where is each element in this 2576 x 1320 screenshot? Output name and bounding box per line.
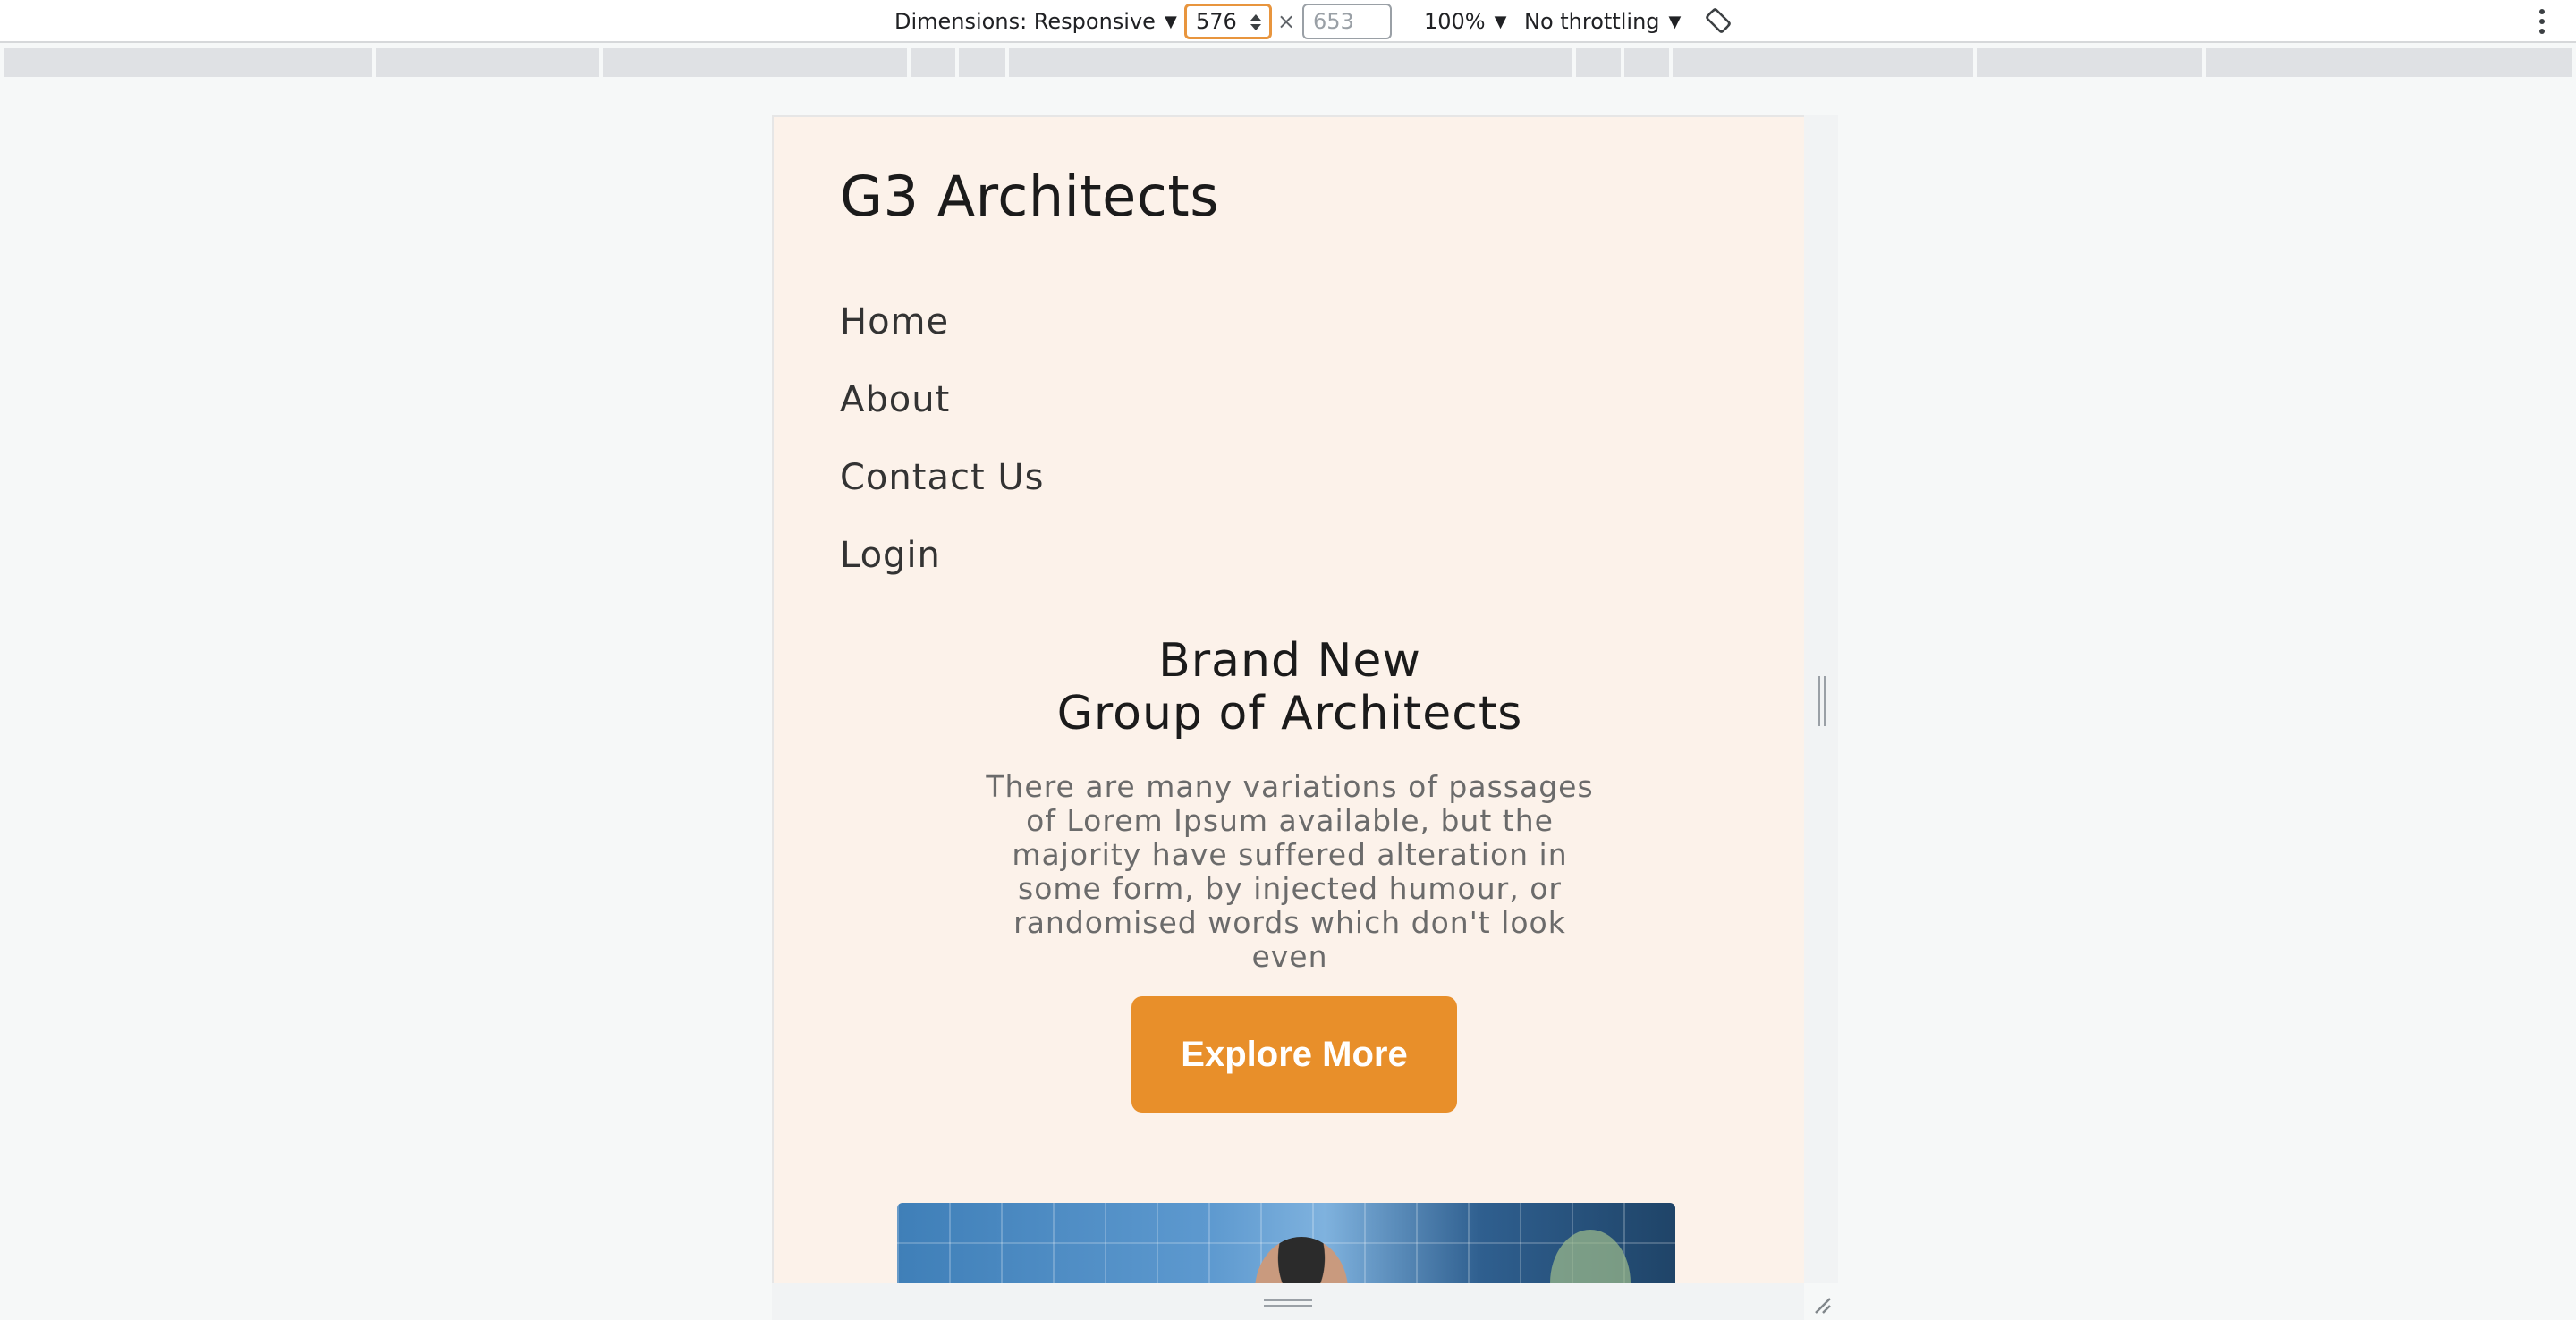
drag-handle-icon[interactable] [1264,1299,1312,1307]
zoom-dropdown[interactable]: 100% ▼ [1424,0,1506,43]
dimensions-dropdown[interactable]: Dimensions: Responsive ▼ [894,0,1177,43]
nav-link-login[interactable]: Login [840,535,941,576]
rotate-icon[interactable] [1705,7,1732,34]
hero-image [897,1203,1675,1283]
chevron-down-icon: ▼ [1494,12,1507,31]
nav-link-about[interactable]: About [840,379,950,420]
media-query-segment[interactable] [1009,48,1572,77]
media-query-segment[interactable] [603,48,907,77]
media-query-segment[interactable] [2206,48,2572,77]
drag-handle-icon[interactable] [1818,676,1826,726]
stepper-icon[interactable] [1248,10,1264,35]
height-placeholder: 653 [1313,9,1354,34]
more-vert-icon[interactable] [2537,5,2547,38]
chevron-down-icon: ▼ [1164,12,1177,31]
media-query-segment[interactable] [1624,48,1669,77]
corner-resize-icon[interactable] [1810,1293,1832,1315]
dimensions-label: Dimensions: Responsive [894,9,1156,34]
hero-title-line1: Brand New [1158,634,1421,688]
devtools-device-toolbar: Dimensions: Responsive ▼ 576 × 653 100% … [0,0,2576,43]
hero-title-line2: Group of Architects [1056,687,1523,740]
media-query-segment[interactable] [911,48,955,77]
nav-link-contact-us[interactable]: Contact Us [840,457,1044,498]
media-query-segment[interactable] [1673,48,1973,77]
media-query-bar [4,48,2572,77]
nav-link-home[interactable]: Home [840,301,949,343]
media-query-segment[interactable] [1576,48,1621,77]
throttling-dropdown[interactable]: No throttling ▼ [1524,0,1681,43]
explore-more-button[interactable]: Explore More [1131,996,1457,1113]
throttling-label: No throttling [1524,9,1660,34]
emulated-viewport: G3 Architects Home About Contact Us Logi… [772,115,1804,1283]
width-value: 576 [1196,9,1237,34]
times-symbol: × [1277,9,1296,34]
media-query-segment[interactable] [4,48,372,77]
zoom-label: 100% [1424,9,1486,34]
chevron-down-icon: ▼ [1668,12,1682,31]
width-input[interactable]: 576 [1184,4,1272,39]
media-query-segment[interactable] [959,48,1005,77]
hero-description: There are many variations of passages of… [986,769,1594,974]
site-logo[interactable]: G3 Architects [840,164,1219,229]
height-input[interactable]: 653 [1302,4,1392,39]
media-query-segment[interactable] [1977,48,2202,77]
media-query-segment[interactable] [376,48,599,77]
